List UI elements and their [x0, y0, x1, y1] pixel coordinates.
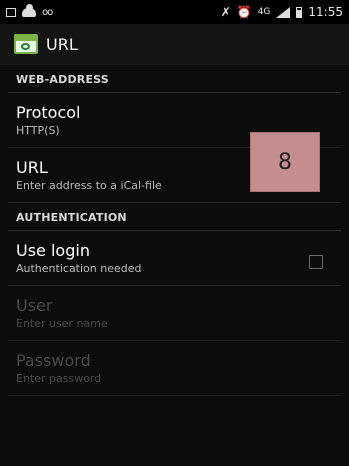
pref-use-login[interactable]: Use login Authentication needed — [8, 231, 341, 286]
pref-user-summary: Enter user name — [16, 317, 108, 330]
section-header-web-address: WEB-ADDRESS — [8, 65, 341, 93]
section-header-authentication: AUTHENTICATION — [8, 203, 341, 231]
alarm-icon: ⏰ — [236, 5, 252, 19]
pref-user-title: User — [16, 296, 53, 315]
pref-use-login-title: Use login — [16, 241, 90, 260]
pref-user: User Enter user name — [8, 286, 341, 341]
battery-icon — [296, 6, 303, 18]
voicemail-icon: oo — [42, 6, 53, 18]
page-title: URL — [46, 34, 78, 54]
cloud-icon — [22, 3, 36, 17]
network-type-icon: 4G — [257, 7, 271, 17]
pref-password-summary: Enter password — [16, 372, 102, 385]
status-right: ✗ ⏰ 4G 11:55 — [221, 5, 343, 19]
pref-password: Password Enter password — [8, 341, 341, 396]
use-login-checkbox[interactable] — [309, 255, 323, 269]
status-bar: oo ✗ ⏰ 4G 11:55 — [0, 0, 349, 24]
pref-password-title: Password — [16, 351, 91, 370]
status-left: oo — [6, 3, 53, 18]
overlay-number-badge: 8 — [250, 132, 320, 192]
calendar-sync-app-icon[interactable] — [14, 34, 38, 54]
pref-use-login-summary: Authentication needed — [16, 262, 142, 275]
screenshot-icon — [6, 7, 16, 17]
no-vibrate-icon: ✗ — [220, 5, 231, 19]
signal-icon — [276, 6, 291, 18]
pref-protocol-title: Protocol — [16, 103, 81, 122]
status-time: 11:55 — [308, 5, 343, 19]
action-bar: URL — [0, 24, 349, 65]
